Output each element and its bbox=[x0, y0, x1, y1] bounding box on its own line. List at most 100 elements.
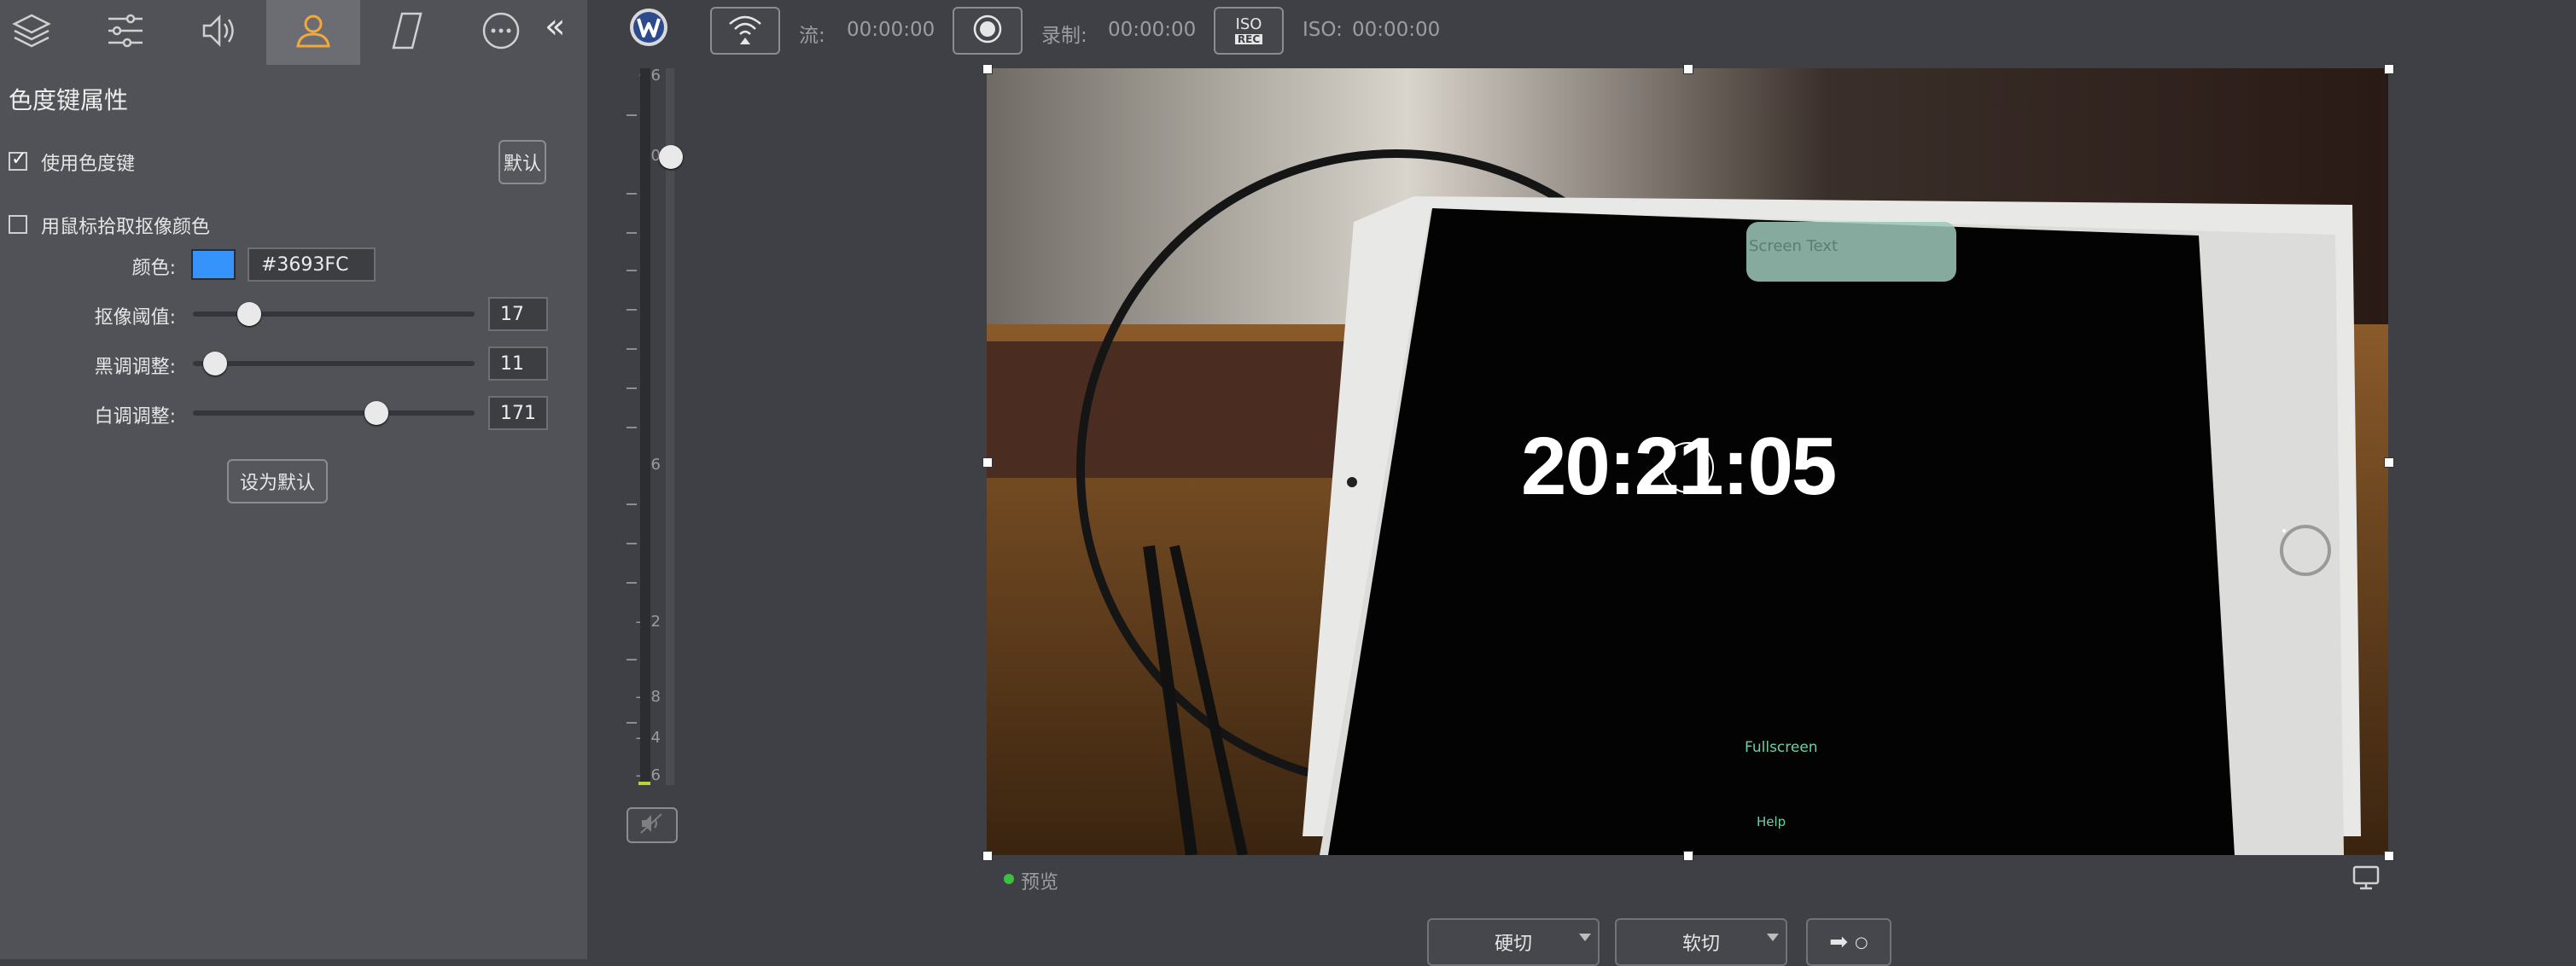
gain-slider-thumb[interactable] bbox=[659, 145, 683, 169]
iso-record-button[interactable]: ISO REC bbox=[1214, 7, 1284, 55]
pick-color-label: 用鼠标拾取抠像颜色 bbox=[41, 217, 211, 238]
record-button[interactable] bbox=[953, 7, 1023, 55]
stream-time: 00:00:00 bbox=[847, 19, 935, 41]
pick-color-checkbox[interactable] bbox=[9, 215, 27, 234]
panel-tab-bar: « bbox=[0, 0, 587, 65]
resize-handle[interactable] bbox=[982, 64, 993, 74]
hard-cut-label: 硬切 bbox=[1494, 934, 1532, 955]
sliders-icon bbox=[105, 10, 146, 55]
meter-dash bbox=[627, 427, 637, 428]
iso-icon-bottom: REC bbox=[1234, 34, 1263, 44]
color-label: 颜色: bbox=[131, 258, 176, 279]
set-default-button[interactable]: 设为默认 bbox=[227, 459, 328, 503]
wifi-broadcast-icon bbox=[726, 12, 764, 49]
arrow-right-icon: ➡ bbox=[1829, 929, 1849, 955]
meter-level-bar bbox=[640, 68, 650, 785]
layers-icon bbox=[11, 10, 52, 55]
tab-chroma-key[interactable] bbox=[266, 0, 360, 65]
meter-dash bbox=[627, 193, 637, 195]
meter-dash bbox=[627, 232, 637, 234]
preview-status-label: 预览 bbox=[1021, 872, 1059, 893]
preview-screen-text: Screen Text bbox=[1749, 237, 1839, 255]
tab-adjust[interactable] bbox=[79, 0, 172, 65]
monitor-icon[interactable] bbox=[2352, 865, 2380, 894]
preview-status-dot bbox=[1004, 874, 1014, 884]
white-adjust-slider-track[interactable] bbox=[193, 410, 475, 416]
collapse-panel-button[interactable]: « bbox=[545, 7, 565, 46]
resize-handle[interactable] bbox=[2384, 64, 2394, 74]
meter-dash bbox=[627, 722, 637, 724]
section-title: 色度键属性 bbox=[9, 86, 129, 114]
parallelogram-icon bbox=[387, 10, 428, 55]
meter-tick: -12 bbox=[618, 613, 661, 631]
chevron-down-icon bbox=[1767, 934, 1779, 941]
meter-dash bbox=[627, 543, 637, 544]
tab-layers[interactable] bbox=[0, 0, 79, 65]
iso-icon-top: ISO bbox=[1235, 15, 1262, 33]
resize-handle[interactable] bbox=[982, 851, 993, 861]
preview-help-text: Help bbox=[1757, 814, 1786, 829]
meter-level-fill bbox=[638, 782, 650, 785]
default-button[interactable]: 默认 bbox=[498, 140, 546, 184]
chroma-key-panel: « 色度键属性 使用色度键 默认 用鼠标拾取抠像颜色 颜色: #3693FC 抠… bbox=[0, 0, 587, 959]
meter-dash bbox=[627, 348, 637, 350]
iso-rec-icon: ISO REC bbox=[1234, 15, 1263, 44]
resize-handle[interactable] bbox=[2384, 457, 2394, 468]
tab-transform[interactable] bbox=[360, 0, 454, 65]
tab-more[interactable] bbox=[454, 0, 548, 65]
mute-button[interactable] bbox=[627, 807, 678, 843]
more-icon bbox=[481, 10, 522, 55]
chevron-down-icon bbox=[1579, 934, 1591, 941]
meter-dash bbox=[627, 270, 637, 271]
crosshair-cursor bbox=[1663, 442, 1714, 493]
black-adjust-value[interactable]: 11 bbox=[488, 346, 548, 381]
record-label: 录制: bbox=[1041, 25, 1087, 47]
meter-dash bbox=[627, 659, 637, 660]
resize-handle[interactable] bbox=[982, 457, 993, 468]
threshold-slider-thumb[interactable] bbox=[237, 302, 261, 326]
color-swatch[interactable] bbox=[191, 249, 236, 280]
white-adjust-slider-thumb[interactable] bbox=[364, 401, 388, 425]
threshold-label: 抠像阈值: bbox=[94, 307, 176, 329]
speaker-icon bbox=[199, 10, 240, 55]
meter-dash bbox=[627, 114, 637, 116]
iso-label: ISO: bbox=[1303, 19, 1343, 41]
meter-dash bbox=[627, 309, 637, 311]
meter-dash bbox=[627, 582, 637, 584]
meter-dash bbox=[627, 387, 637, 389]
use-chroma-label: 使用色度键 bbox=[41, 154, 136, 175]
circle-icon: ○ bbox=[1855, 933, 1868, 951]
meter-tick: +6 bbox=[618, 67, 661, 84]
threshold-value[interactable]: 17 bbox=[488, 297, 548, 331]
iso-time: 00:00:00 bbox=[1352, 19, 1441, 41]
resize-handle[interactable] bbox=[1683, 64, 1693, 74]
speaker-mute-icon bbox=[639, 812, 665, 838]
white-adjust-label: 白调调整: bbox=[94, 406, 176, 428]
gain-slider-track[interactable] bbox=[666, 68, 674, 785]
preview-video[interactable]: 20:21:05 Screen Text Fullscreen Help bbox=[987, 68, 2388, 855]
record-icon bbox=[972, 14, 1003, 48]
app-logo bbox=[628, 7, 669, 51]
stream-button[interactable] bbox=[710, 7, 780, 55]
audio-level-meter: +6 0 -6 -12 -18 -24 -36 bbox=[597, 65, 691, 833]
person-icon bbox=[293, 10, 334, 55]
use-chroma-checkbox[interactable] bbox=[9, 148, 27, 171]
black-adjust-slider-track[interactable] bbox=[193, 361, 475, 366]
meter-tick: 0 bbox=[650, 147, 661, 165]
preview-fullscreen-text: Fullscreen bbox=[1745, 739, 1818, 756]
stream-label: 流: bbox=[799, 25, 825, 47]
white-adjust-value[interactable]: 171 bbox=[488, 396, 548, 430]
color-hex-field[interactable]: #3693FC bbox=[248, 247, 376, 282]
black-adjust-label: 黑调调整: bbox=[94, 357, 176, 378]
meter-tick: -18 bbox=[618, 688, 661, 706]
meter-dash bbox=[627, 503, 637, 505]
resize-handle[interactable] bbox=[2384, 851, 2394, 861]
meter-tick: -24 bbox=[618, 729, 661, 747]
resize-handle[interactable] bbox=[1683, 851, 1693, 861]
meter-tick: -6 bbox=[645, 456, 661, 474]
threshold-slider-track[interactable] bbox=[193, 311, 475, 317]
tab-audio[interactable] bbox=[172, 0, 266, 65]
soft-cut-label: 软切 bbox=[1681, 934, 1720, 955]
record-time: 00:00:00 bbox=[1108, 19, 1197, 41]
black-adjust-slider-thumb[interactable] bbox=[203, 352, 228, 375]
